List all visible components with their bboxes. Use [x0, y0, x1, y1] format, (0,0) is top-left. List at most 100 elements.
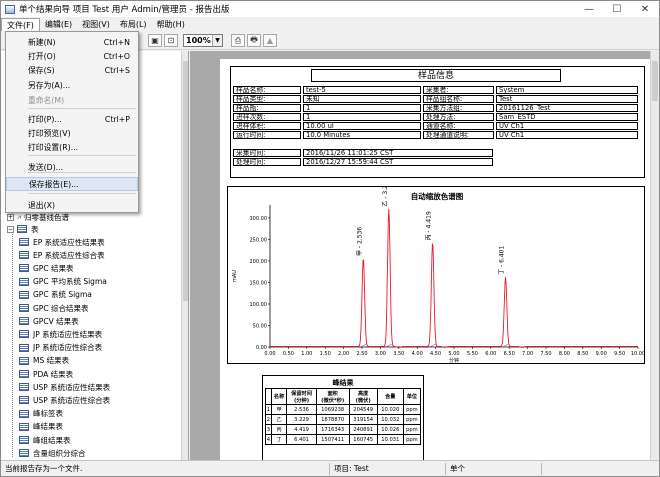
- close-button[interactable]: ✕: [631, 1, 659, 17]
- table-row: 4 丁 6.401 1507411 160745 10.031 ppm: [265, 434, 422, 445]
- tree-item[interactable]: GPC 综合结果表: [19, 302, 88, 314]
- tree-item-label: MS 结果表: [33, 356, 70, 366]
- peak-table-title: 峰结果: [332, 379, 354, 387]
- menu-item-label: 新建(N): [28, 37, 56, 47]
- scroll-thumb[interactable]: [652, 61, 658, 101]
- sample-info-cell: 1: [303, 113, 421, 121]
- sample-date-cell: 2016/12/27 15:59:44 CST: [303, 158, 493, 166]
- tree-item[interactable]: PDA 结果表: [19, 368, 73, 380]
- sample-info-cell: 运行时间:: [233, 131, 301, 139]
- table-icon: [19, 317, 29, 326]
- y-tick-label: 250.00: [250, 237, 268, 243]
- tree-item[interactable]: GPC 平均系统 Sigma: [19, 276, 107, 288]
- tree-item[interactable]: EP 系统适应性结果表: [19, 236, 105, 248]
- tree-item[interactable]: EP 系统适应性综合表: [19, 249, 105, 261]
- menu-item: 重命名(M): [6, 93, 138, 107]
- expand-icon[interactable]: +: [7, 213, 14, 221]
- tree-item[interactable]: USP 系统适应性结果表: [19, 381, 110, 393]
- header-text: 名称: [273, 394, 285, 400]
- table-cell: 4.419: [286, 424, 317, 435]
- tree-item-label: GPC 平均系统 Sigma: [33, 277, 107, 287]
- tree-item[interactable]: 峰标签表: [19, 408, 63, 420]
- tree-item-label: 峰标签表: [33, 409, 63, 419]
- menu-item[interactable]: 另存为(A)...: [6, 78, 138, 92]
- baseline-marker: [502, 343, 509, 348]
- table-cell: 1507411: [315, 434, 350, 445]
- table-cell: 甲: [270, 404, 288, 415]
- table-cell: 丁: [270, 434, 288, 445]
- tree-item-label: 峰结果表: [33, 422, 63, 432]
- menu-item[interactable]: 新建(N) Ctrl+N: [6, 35, 138, 49]
- baseline-marker: [385, 343, 392, 348]
- table-cell: 240891: [348, 424, 378, 435]
- tree-item[interactable]: 峰结果表: [19, 421, 63, 433]
- file-menu-dropdown: 新建(N) Ctrl+N 打开(O) Ctrl+O 保存(S) Ctrl+S 另存为(A).…: [5, 31, 139, 213]
- menu-item[interactable]: 打开(O) Ctrl+O: [6, 49, 138, 63]
- sample-info-cell: 处理通道说明:: [423, 131, 494, 139]
- status-message: 当前报告存为一个文件.: [5, 464, 83, 473]
- x-tick-label: 5.50: [467, 351, 478, 357]
- table-icon: [19, 409, 29, 418]
- table-cell: 2.536: [286, 404, 317, 415]
- menu-bar: 文件(F) 编辑(E) 视图(V) 布局(L) 帮助(H): [1, 17, 659, 31]
- menu-view[interactable]: 视图(V): [77, 18, 115, 31]
- table-icon: [19, 396, 29, 405]
- menu-item-label: 打印设置(R)...: [28, 142, 79, 152]
- table-cell: 10.032: [376, 414, 404, 425]
- header-text: 高度: [357, 390, 369, 397]
- menu-item-shortcut: Ctrl+N: [103, 37, 130, 47]
- x-tick-label: 2.00: [338, 351, 349, 357]
- header-text: 单位: [406, 394, 418, 400]
- menu-file[interactable]: 文件(F): [1, 17, 40, 31]
- report-page: 样品信息 样品名称: test-5 采集者: System 样品类型: 未知 样品组名称: T…: [220, 59, 650, 460]
- zoom-select[interactable]: 100% ▼: [183, 34, 223, 47]
- maximize-button[interactable]: ☐: [603, 1, 631, 17]
- sample-info-cell: 样品类型:: [233, 95, 301, 103]
- table-cell: 10.026: [376, 424, 404, 435]
- tree-item[interactable]: MS 结果表: [19, 355, 69, 367]
- tree-item[interactable]: GPC 系统 Sigma: [19, 289, 92, 301]
- y-tick-label: 100.00: [250, 302, 268, 308]
- menu-item[interactable]: 退出(X): [6, 198, 138, 212]
- menu-item[interactable]: 保存(S) Ctrl+S: [6, 63, 138, 77]
- triangle-icon[interactable]: ▲: [263, 34, 277, 47]
- tree-group-tables[interactable]: − 表: [7, 223, 39, 235]
- header-text: (微伏*秒): [321, 397, 345, 404]
- table-header-cell: 名称: [270, 388, 288, 405]
- print-icon[interactable]: 🖶: [247, 34, 261, 47]
- tree-item[interactable]: 含量组织分综合: [19, 447, 86, 459]
- tree-item[interactable]: USP 系统适应性综合表: [19, 394, 110, 406]
- scroll-thumb[interactable]: [183, 61, 188, 301]
- fit-page-icon[interactable]: ▣: [148, 34, 162, 47]
- tree-item[interactable]: 峰组结果表: [19, 434, 71, 446]
- sample-info-cell: 处理方法:: [423, 113, 494, 121]
- table-row: 3 丙 4.419 1716343 240891 10.026 ppm: [265, 424, 422, 435]
- table-cell: 160745: [348, 434, 378, 445]
- menu-item[interactable]: 打印设置(R)...: [6, 140, 138, 154]
- header-text: 含量: [385, 394, 396, 400]
- preview-icon[interactable]: ⎙: [231, 34, 245, 47]
- tree-item[interactable]: GPCV 结果表: [19, 315, 79, 327]
- table-icon: [19, 277, 29, 286]
- menu-edit[interactable]: 编辑(E): [40, 18, 77, 31]
- menu-help[interactable]: 帮助(H): [152, 18, 190, 31]
- right-scrollbar[interactable]: [650, 51, 659, 460]
- menu-item-label: 另存为(A)...: [28, 80, 71, 90]
- minimize-button[interactable]: —: [575, 1, 603, 17]
- menu-item[interactable]: 保存报告(E)...: [6, 177, 138, 191]
- tree-item[interactable]: JP 系统适应性综合表: [19, 342, 102, 354]
- menu-item[interactable]: 打印(P)... Ctrl+P: [6, 112, 138, 126]
- menu-item[interactable]: 打印预览(V): [6, 126, 138, 140]
- menu-layout[interactable]: 布局(L): [115, 18, 152, 31]
- sample-info-cell: 进样次数:: [233, 113, 301, 121]
- y-tick-label: 200.00: [250, 259, 268, 265]
- tree-item[interactable]: GPC 结果表: [19, 262, 73, 274]
- chevron-down-icon: ▼: [212, 35, 222, 46]
- table-header-cell: 含量: [376, 388, 404, 405]
- fit-width-icon[interactable]: ⊡: [164, 34, 178, 47]
- left-scrollbar[interactable]: [181, 51, 188, 460]
- tree-item[interactable]: JP 系统适应性结果表: [19, 328, 102, 340]
- collapse-icon[interactable]: −: [7, 225, 14, 233]
- sample-info-cell: 10.00 ul: [303, 122, 421, 130]
- tree-item-label: 含量组织分综合: [33, 448, 86, 458]
